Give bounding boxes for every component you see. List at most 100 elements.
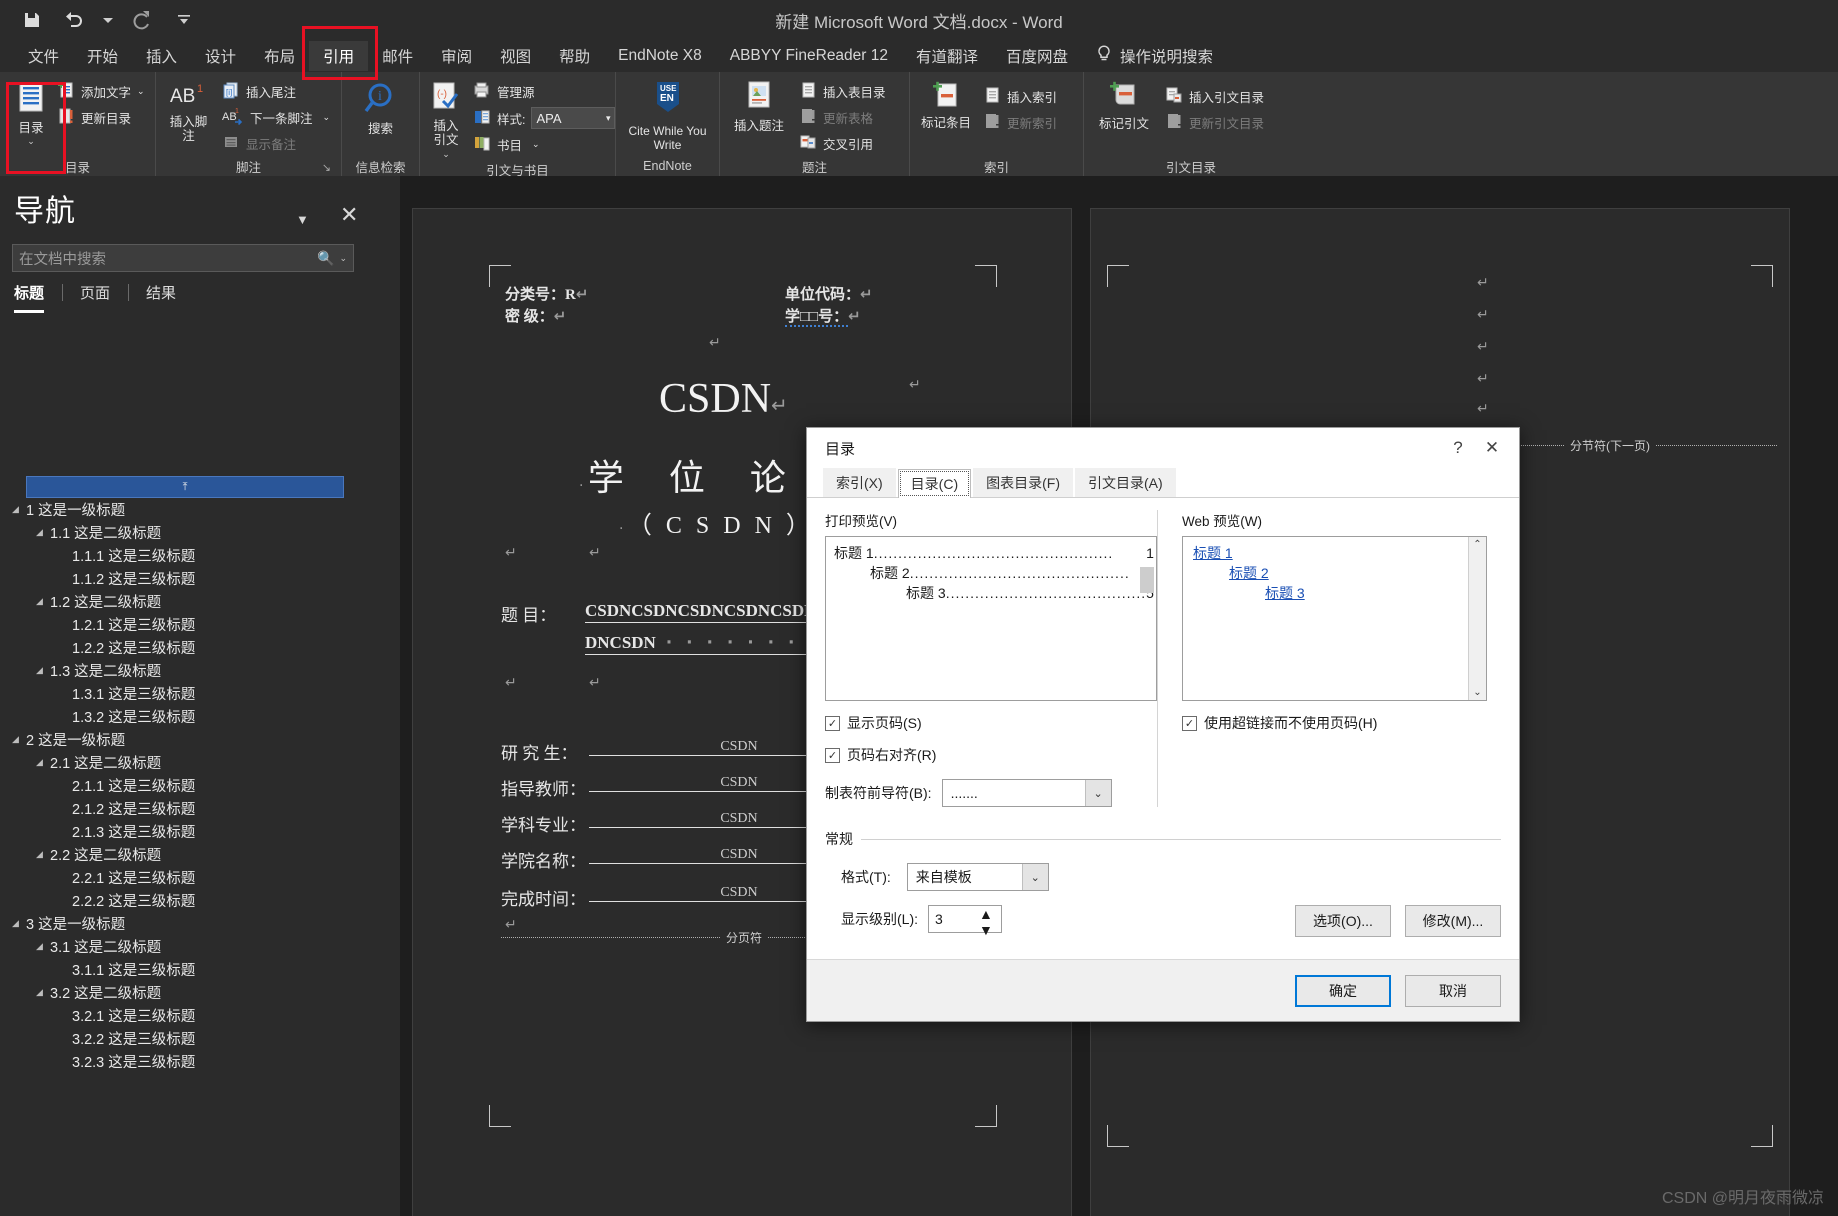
manage-sources-button[interactable]: 管理源 — [470, 80, 618, 103]
nav-heading-2-1-2[interactable]: 2.1.2 这是三级标题 — [0, 797, 400, 820]
tab-baidu-netdisk[interactable]: 百度网盘 — [992, 41, 1082, 71]
cite-while-you-write-button[interactable]: USE EN Cite While You Write — [624, 77, 711, 153]
format-select[interactable]: 来自模板 ⌄ — [906, 863, 1049, 891]
tab-abbyy-finereader[interactable]: ABBYY FineReader 12 — [716, 43, 902, 69]
nav-heading-1[interactable]: ◢ 1 这是一级标题 — [0, 498, 400, 521]
web-preview-entry-3[interactable]: 标题 3 — [1191, 583, 1460, 603]
cross-reference-button[interactable]: 交叉引用 — [796, 132, 889, 155]
show-levels-value[interactable]: 3 — [929, 906, 979, 932]
insert-caption-button[interactable]: 插入题注 — [728, 77, 790, 133]
nav-tab-headings[interactable]: 标题 — [12, 282, 62, 313]
tab-design[interactable]: 设计 — [191, 41, 250, 71]
expander-icon[interactable]: ◢ — [36, 941, 50, 952]
nav-heading-1-1-2[interactable]: 1.1.2 这是三级标题 — [0, 567, 400, 590]
nav-heading-3-1-1[interactable]: 3.1.1 这是三级标题 — [0, 958, 400, 981]
modify-button[interactable]: 修改(M)... — [1405, 905, 1501, 937]
nav-heading-1-2[interactable]: ◢ 1.2 这是二级标题 — [0, 590, 400, 613]
nav-heading-1-3-1[interactable]: 1.3.1 这是三级标题 — [0, 682, 400, 705]
question-icon[interactable]: ? — [1441, 438, 1475, 458]
chevron-down-icon[interactable]: ▼ — [296, 212, 309, 227]
toc-dialog[interactable]: 目录 ? ✕ 索引(X) 目录(C) 图表目录(F) 引文目录(A) 打印预览(… — [806, 427, 1520, 1022]
expander-icon[interactable]: ◢ — [36, 527, 50, 538]
nav-heading-2-2-1[interactable]: 2.2.1 这是三级标题 — [0, 866, 400, 889]
tab-youdao-translate[interactable]: 有道翻译 — [902, 41, 992, 71]
web-preview-box[interactable]: 标题 1 标题 2 标题 3 ⌃ ⌄ — [1182, 536, 1487, 701]
tab-insert[interactable]: 插入 — [132, 41, 191, 71]
insert-endnote-button[interactable]: [i] 插入尾注 — [219, 80, 333, 103]
print-preview-box[interactable]: 标题 1 ...................................… — [825, 536, 1157, 701]
nav-heading-3-1[interactable]: ◢ 3.1 这是二级标题 — [0, 935, 400, 958]
dialog-tab-authorities[interactable]: 引文目录(A) — [1075, 468, 1176, 497]
nav-heading-2-2[interactable]: ◢ 2.2 这是二级标题 — [0, 843, 400, 866]
tab-review[interactable]: 审阅 — [427, 41, 486, 71]
insert-footnote-button[interactable]: AB 1 插入脚注 — [164, 77, 213, 144]
tab-mailings[interactable]: 邮件 — [368, 41, 427, 71]
nav-heading-2-1[interactable]: ◢ 2.1 这是二级标题 — [0, 751, 400, 774]
mark-entry-button[interactable]: 标记条目 — [918, 77, 974, 130]
nav-tab-pages[interactable]: 页面 — [62, 282, 128, 303]
insert-toa-button[interactable]: 插入引文目录 — [1162, 85, 1267, 108]
redo-icon[interactable] — [128, 6, 156, 34]
nav-heading-1-1-1[interactable]: 1.1.1 这是三级标题 — [0, 544, 400, 567]
use-hyperlinks-row[interactable]: ✓ 使用超链接而不使用页码(H) — [1182, 713, 1487, 733]
web-preview-scrollbar[interactable]: ⌃ ⌄ — [1468, 537, 1486, 700]
close-icon[interactable]: ✕ — [1475, 438, 1509, 458]
expander-icon[interactable]: ◢ — [36, 596, 50, 607]
expander-icon[interactable]: ◢ — [12, 734, 26, 745]
footnote-dialog-launcher-icon[interactable]: ↘ — [322, 161, 331, 174]
expander-icon[interactable]: ◢ — [36, 757, 50, 768]
chevron-down-icon[interactable]: ⌄ — [1084, 780, 1111, 806]
insert-citation-button[interactable]: (-) 插入引文 ⌄ — [428, 77, 464, 160]
insert-index-button[interactable]: 插入索引 — [980, 85, 1060, 108]
tell-me-box[interactable]: 操作说明搜索 — [1082, 41, 1227, 71]
toc-button[interactable]: 目录 ⌄ — [14, 77, 48, 147]
stepper-up-icon[interactable]: ▲ — [979, 906, 1001, 922]
undo-dropdown-icon[interactable] — [102, 6, 114, 34]
tab-leader-select[interactable]: ....... ⌄ — [941, 779, 1112, 807]
scroll-up-icon[interactable]: ⌃ — [1473, 539, 1481, 550]
dialog-tab-toc[interactable]: 目录(C) — [897, 469, 972, 498]
customize-qat-icon[interactable] — [170, 6, 198, 34]
insert-table-of-figures-button[interactable]: 插入表目录 — [796, 80, 889, 103]
nav-heading-3-2[interactable]: ◢ 3.2 这是二级标题 — [0, 981, 400, 1004]
nav-heading-2-2-2[interactable]: 2.2.2 这是三级标题 — [0, 889, 400, 912]
smart-lookup-button[interactable]: i 搜索 — [352, 77, 410, 136]
expander-icon[interactable]: ◢ — [12, 504, 26, 515]
right-align-page-numbers-checkbox[interactable]: ✓ — [825, 747, 840, 763]
tell-me-label[interactable]: 操作说明搜索 — [1120, 41, 1227, 71]
show-page-numbers-checkbox[interactable]: ✓ — [825, 715, 840, 731]
chevron-down-icon[interactable]: ⌄ — [1021, 864, 1048, 890]
dialog-tab-index[interactable]: 索引(X) — [823, 468, 896, 497]
search-icon[interactable]: 🔍 — [317, 250, 334, 267]
nav-tab-results[interactable]: 结果 — [128, 282, 194, 303]
add-text-button[interactable]: 添加文字 ⌄ — [54, 80, 148, 103]
dialog-tab-figures[interactable]: 图表目录(F) — [973, 468, 1073, 497]
nav-heading-1-1[interactable]: ◢ 1.1 这是二级标题 — [0, 521, 400, 544]
save-icon[interactable] — [18, 6, 46, 34]
nav-heading-2-1-1[interactable]: 2.1.1 这是三级标题 — [0, 774, 400, 797]
nav-heading-3-2-3[interactable]: 3.2.3 这是三级标题 — [0, 1050, 400, 1073]
cancel-button[interactable]: 取消 — [1405, 974, 1501, 1007]
citation-style-combo[interactable]: APA ▾ — [531, 107, 616, 129]
nav-heading-2-1-3[interactable]: 2.1.3 这是三级标题 — [0, 820, 400, 843]
ok-button[interactable]: 确定 — [1295, 974, 1391, 1007]
show-page-numbers-row[interactable]: ✓ 显示页码(S) — [825, 713, 1157, 733]
tab-help[interactable]: 帮助 — [545, 41, 604, 71]
tab-layout[interactable]: 布局 — [250, 41, 309, 71]
next-footnote-button[interactable]: AB 1 下一条脚注 ⌄ — [219, 106, 333, 129]
nav-heading-1-2-2[interactable]: 1.2.2 这是三级标题 — [0, 636, 400, 659]
right-align-page-numbers-row[interactable]: ✓ 页码右对齐(R) — [825, 745, 1157, 765]
citation-style-row[interactable]: 样式: APA ▾ — [470, 106, 618, 130]
expander-icon[interactable]: ◢ — [36, 849, 50, 860]
tab-view[interactable]: 视图 — [486, 41, 545, 71]
nav-heading-3-2-1[interactable]: 3.2.1 这是三级标题 — [0, 1004, 400, 1027]
undo-icon[interactable] — [60, 6, 88, 34]
close-icon[interactable]: ✕ — [340, 204, 358, 226]
nav-heading-2[interactable]: ◢ 2 这是一级标题 — [0, 728, 400, 751]
nav-heading-1-3-2[interactable]: 1.3.2 这是三级标题 — [0, 705, 400, 728]
scrollbar-thumb[interactable] — [1140, 567, 1154, 593]
options-button[interactable]: 选项(O)... — [1295, 905, 1391, 937]
expander-icon[interactable]: ◢ — [36, 987, 50, 998]
tab-endnote-x8[interactable]: EndNote X8 — [604, 43, 716, 69]
web-preview-entry-2[interactable]: 标题 2 — [1191, 563, 1460, 583]
